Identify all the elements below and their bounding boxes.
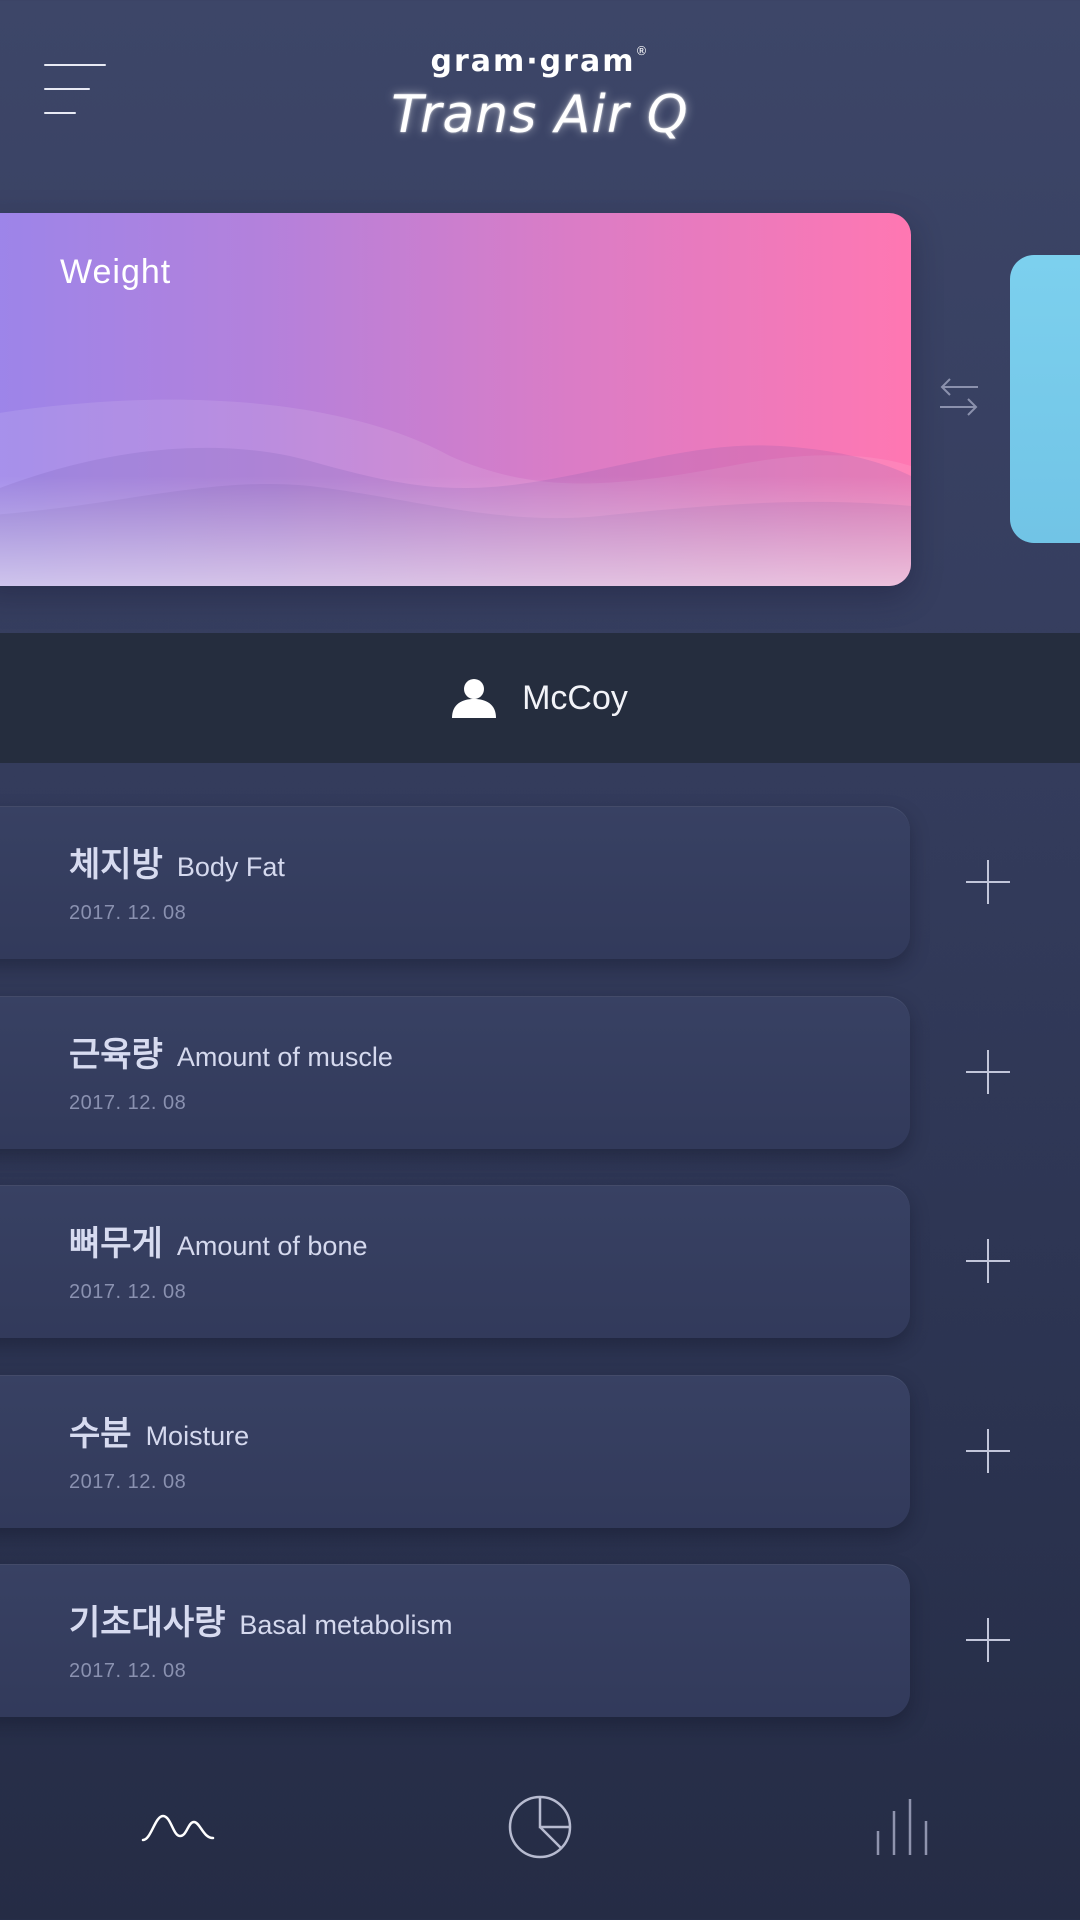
- item-english-label: Amount of bone: [176, 1231, 368, 1261]
- list-item-bone[interactable]: 뼈무게 Amount of bone 2017. 12. 08: [0, 1185, 910, 1338]
- user-name: McCoy: [522, 678, 628, 717]
- app-header: gram·gram® Trans Air Q: [0, 44, 1080, 145]
- list-item-body-fat[interactable]: 체지방 Body Fat 2017. 12. 08: [0, 806, 910, 959]
- nav-pie-tab[interactable]: [500, 1792, 580, 1862]
- item-english-label: Moisture: [145, 1421, 250, 1451]
- person-icon: [452, 679, 497, 718]
- brand-logo: gram·gram®: [430, 44, 650, 79]
- weight-card[interactable]: Weight: [0, 213, 911, 586]
- item-korean-label: 근육량: [69, 1035, 163, 1075]
- wave-decoration: [0, 399, 911, 586]
- item-korean-label: 체지방: [69, 845, 163, 885]
- item-date: 2017. 12. 08: [69, 1471, 187, 1493]
- nav-wave-tab[interactable]: [138, 1792, 218, 1862]
- item-date: 2017. 12. 08: [69, 1281, 187, 1303]
- item-english-label: Body Fat: [176, 852, 285, 882]
- list-item-moisture[interactable]: 수분 Moisture 2017. 12. 08: [0, 1375, 910, 1528]
- list-item-muscle[interactable]: 근육량 Amount of muscle 2017. 12. 08: [0, 996, 910, 1149]
- user-bar[interactable]: McCoy: [0, 633, 1080, 763]
- app-title: Trans Air Q: [391, 85, 689, 145]
- bar-chart-icon: [876, 1799, 928, 1855]
- wave-icon: [141, 1814, 215, 1842]
- add-body-fat-button[interactable]: [966, 860, 1010, 904]
- swap-arrows-icon[interactable]: [938, 375, 980, 419]
- item-korean-label: 수분: [69, 1414, 132, 1454]
- next-card[interactable]: [1010, 255, 1080, 543]
- item-korean-label: 기초대사량: [69, 1603, 226, 1643]
- item-date: 2017. 12. 08: [69, 902, 187, 924]
- item-date: 2017. 12. 08: [69, 1092, 187, 1114]
- add-basal-metabolism-button[interactable]: [966, 1618, 1010, 1662]
- add-bone-button[interactable]: [966, 1239, 1010, 1283]
- item-date: 2017. 12. 08: [69, 1660, 187, 1682]
- pie-chart-icon: [508, 1795, 572, 1859]
- weight-card-label: Weight: [60, 253, 172, 291]
- item-english-label: Basal metabolism: [239, 1610, 453, 1640]
- add-muscle-button[interactable]: [966, 1050, 1010, 1094]
- item-korean-label: 뼈무게: [69, 1224, 163, 1264]
- nav-bar-tab[interactable]: [862, 1792, 942, 1862]
- list-item-basal-metabolism[interactable]: 기초대사량 Basal metabolism 2017. 12. 08: [0, 1564, 910, 1717]
- add-moisture-button[interactable]: [966, 1429, 1010, 1473]
- item-english-label: Amount of muscle: [176, 1042, 393, 1072]
